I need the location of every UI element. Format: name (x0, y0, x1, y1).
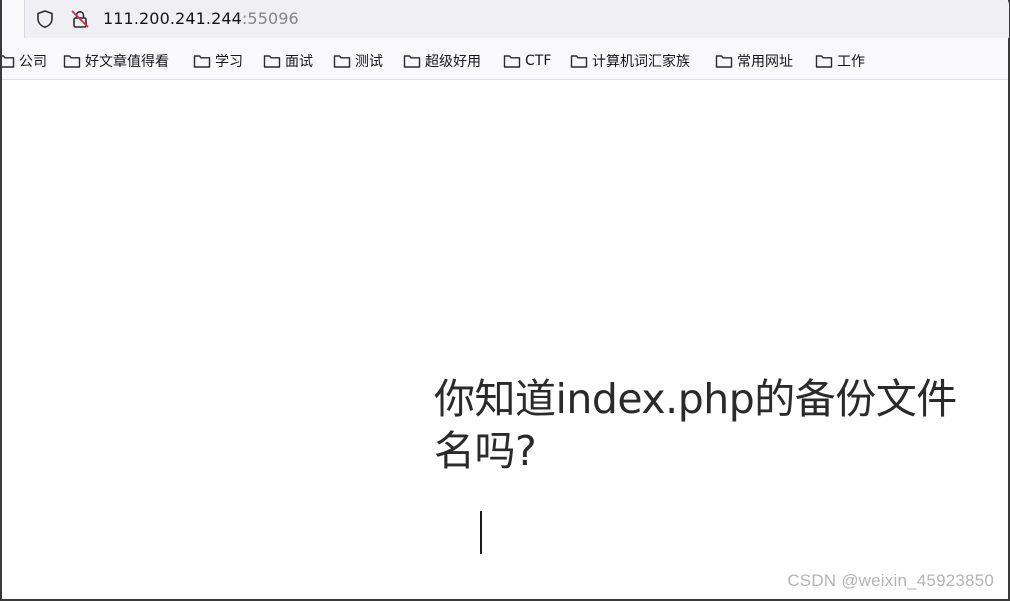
bookmark-label: 学习 (215, 54, 243, 70)
folder-icon (333, 55, 351, 68)
bookmark-folder-company[interactable]: 公司 (2, 51, 47, 71)
page-question: 你知道index.php的备份文件名吗? (434, 375, 957, 475)
folder-icon (503, 55, 521, 68)
folder-icon (570, 55, 588, 68)
bookmark-folder-interview[interactable]: 面试 (263, 51, 313, 71)
watermark: CSDN @weixin_45923850 (787, 571, 994, 590)
url-text[interactable]: 111.200.241.244:55096 (103, 9, 299, 29)
bookmark-label: 测试 (355, 54, 383, 70)
folder-icon (403, 55, 421, 68)
folder-icon (815, 55, 833, 68)
bookmark-folder-work[interactable]: 工作 (815, 51, 865, 71)
url-port: :55096 (241, 9, 299, 28)
folder-icon (715, 55, 733, 68)
bookmark-folder-study[interactable]: 学习 (193, 51, 243, 71)
text-cursor (480, 511, 482, 554)
folder-icon (63, 55, 81, 68)
bookmark-folder-super-useful[interactable]: 超级好用 (403, 51, 481, 71)
bookmark-label: 超级好用 (425, 54, 481, 70)
bookmark-folder-test[interactable]: 测试 (333, 51, 383, 71)
url-host: 111.200.241.244 (103, 9, 242, 28)
bookmark-folder-good-articles[interactable]: 好文章值得看 (63, 51, 169, 71)
folder-icon (263, 55, 281, 68)
bookmark-label: 好文章值得看 (85, 54, 169, 70)
bookmark-label: 面试 (285, 54, 313, 70)
bookmark-folder-common-sites[interactable]: 常用网址 (715, 51, 793, 71)
bookmark-label: 计算机词汇家族 (592, 54, 690, 70)
bookmark-label: 公司 (19, 54, 47, 70)
folder-icon (193, 55, 211, 68)
browser-window: 111.200.241.244:55096 公司 好文章值得看 学习 面试 测试… (0, 0, 1010, 601)
folder-icon (2, 55, 15, 68)
insecure-connection-icon[interactable] (69, 8, 91, 30)
bookmark-label: 常用网址 (737, 54, 793, 70)
bookmark-folder-ctf[interactable]: CTF (503, 51, 551, 71)
navigation-toolbar: 111.200.241.244:55096 (2, 0, 1009, 40)
bookmark-label: CTF (525, 53, 552, 69)
bookmarks-toolbar: 公司 好文章值得看 学习 面试 测试 超级好用 CTF 计算机词汇家族 常用网址… (2, 40, 1008, 80)
bookmark-label: 工作 (837, 54, 865, 70)
page-content (2, 80, 1008, 599)
shield-icon[interactable] (35, 9, 55, 29)
bookmark-folder-computer-vocab[interactable]: 计算机词汇家族 (570, 51, 690, 71)
